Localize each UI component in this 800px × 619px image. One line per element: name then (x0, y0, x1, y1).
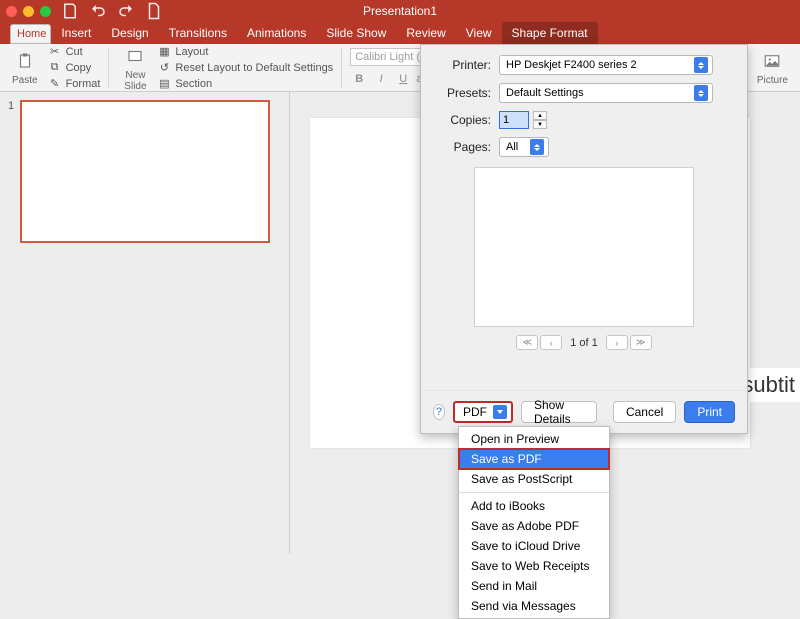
menu-send-messages[interactable]: Send via Messages (459, 596, 609, 616)
dropdown-icon (694, 57, 708, 73)
reset-label: Reset Layout to Default Settings (175, 62, 333, 74)
slide-number: 1 (8, 100, 14, 243)
section-label: Section (175, 78, 212, 90)
copies-label: Copies: (435, 113, 491, 127)
picture-label: Picture (757, 75, 788, 86)
cancel-button[interactable]: Cancel (613, 401, 676, 423)
cut-label: Cut (66, 46, 83, 58)
format-label: Format (66, 78, 101, 90)
printer-select[interactable]: HP Deskjet F2400 series 2 (499, 55, 713, 75)
help-button[interactable]: ? (433, 404, 445, 420)
print-dialog: Printer: HP Deskjet F2400 series 2 Prese… (420, 44, 748, 434)
menu-send-mail[interactable]: Send in Mail (459, 576, 609, 596)
undo-icon[interactable] (89, 2, 107, 20)
reset-icon: ↺ (157, 61, 171, 75)
reset-layout-button[interactable]: ↺ Reset Layout to Default Settings (157, 61, 333, 75)
slide-preview (20, 100, 270, 243)
section-icon: ▤ (157, 77, 171, 91)
pages-value: All (506, 141, 518, 153)
tab-home[interactable]: Home (10, 24, 51, 44)
layout-button[interactable]: ▦ Layout (157, 45, 333, 59)
pager-status: 1 of 1 (570, 337, 598, 349)
pager-prev-button[interactable]: ‹ (540, 335, 562, 350)
pager-next-button[interactable]: › (606, 335, 628, 350)
separator (108, 48, 109, 88)
tab-slideshow[interactable]: Slide Show (316, 22, 396, 44)
menu-separator (459, 492, 609, 493)
presets-select[interactable]: Default Settings (499, 83, 713, 103)
copy-button[interactable]: ⧉ Copy (48, 61, 101, 75)
presets-value: Default Settings (506, 87, 584, 99)
separator (341, 48, 342, 88)
pager-last-button[interactable]: ≫ (630, 335, 652, 350)
section-button[interactable]: ▤ Section (157, 77, 333, 91)
close-window-icon[interactable] (6, 6, 17, 17)
slide-thumbnails-panel: 1 (0, 92, 290, 554)
pdf-label: PDF (463, 405, 487, 419)
layout-icon: ▦ (157, 45, 171, 59)
slide-group: ▦ Layout ↺ Reset Layout to Default Setting… (157, 45, 333, 91)
bold-button[interactable]: B (350, 71, 368, 87)
tab-view[interactable]: View (456, 22, 502, 44)
menu-save-as-pdf[interactable]: Save as PDF (459, 449, 609, 469)
new-slide-button[interactable]: New Slide (117, 42, 153, 94)
chevron-down-icon (493, 405, 507, 419)
pages-label: Pages: (435, 140, 491, 154)
copy-label: Copy (66, 62, 92, 74)
menu-save-icloud[interactable]: Save to iCloud Drive (459, 536, 609, 556)
minimize-window-icon[interactable] (23, 6, 34, 17)
menu-open-preview[interactable]: Open in Preview (459, 429, 609, 449)
menu-save-adobe-pdf[interactable]: Save as Adobe PDF (459, 516, 609, 536)
clipboard-group: ✂ Cut ⧉ Copy ✎ Format (48, 45, 101, 91)
picture-button[interactable]: Picture (751, 47, 794, 88)
underline-button[interactable]: U (394, 71, 412, 87)
print-button[interactable]: Print (684, 401, 735, 423)
paste-button[interactable]: Paste (6, 47, 44, 88)
menu-save-web-receipts[interactable]: Save to Web Receipts (459, 556, 609, 576)
dropdown-icon (530, 139, 544, 155)
cut-button[interactable]: ✂ Cut (48, 45, 101, 59)
menu-add-to-ibooks[interactable]: Add to iBooks (459, 496, 609, 516)
new-file-icon[interactable] (145, 2, 163, 20)
presets-label: Presets: (435, 86, 491, 100)
tab-animations[interactable]: Animations (237, 22, 316, 44)
copies-stepper[interactable]: ▲▼ (533, 111, 547, 129)
show-details-button[interactable]: Show Details (521, 401, 597, 423)
pager-first-button[interactable]: ≪ (516, 335, 538, 350)
italic-button[interactable]: I (372, 71, 390, 87)
tab-review[interactable]: Review (396, 22, 455, 44)
pdf-menu: Open in Preview Save as PDF Save as Post… (458, 426, 610, 619)
print-preview (474, 167, 694, 327)
tab-shape-format[interactable]: Shape Format (502, 22, 598, 44)
menu-save-as-postscript[interactable]: Save as PostScript (459, 469, 609, 489)
layout-label: Layout (175, 46, 208, 58)
paste-label: Paste (12, 75, 38, 86)
redo-icon[interactable] (117, 2, 135, 20)
tab-transitions[interactable]: Transitions (159, 22, 237, 44)
scissors-icon: ✂ (48, 45, 62, 59)
picture-icon (763, 52, 781, 70)
printer-label: Printer: (435, 58, 491, 72)
title-bar: Presentation1 (0, 0, 800, 22)
clipboard-icon (16, 52, 34, 70)
printer-value: HP Deskjet F2400 series 2 (506, 59, 637, 71)
slide-thumbnail-1[interactable]: 1 (8, 100, 281, 243)
copies-input[interactable] (499, 111, 529, 129)
window-controls (6, 6, 51, 17)
new-slide-label: New Slide (124, 70, 146, 92)
tab-insert[interactable]: Insert (51, 22, 101, 44)
zoom-window-icon[interactable] (40, 6, 51, 17)
stepper-up-icon[interactable]: ▲ (533, 111, 547, 120)
preview-pager: ≪‹ 1 of 1 ›≫ (435, 335, 733, 350)
brush-icon: ✎ (48, 77, 62, 91)
format-painter-button[interactable]: ✎ Format (48, 77, 101, 91)
stepper-down-icon[interactable]: ▼ (533, 120, 547, 129)
copy-icon: ⧉ (48, 61, 62, 75)
pdf-dropdown-button[interactable]: PDF (453, 401, 513, 423)
quick-access-toolbar (61, 2, 163, 20)
save-icon[interactable] (61, 2, 79, 20)
new-slide-icon (126, 47, 144, 65)
dropdown-icon (694, 85, 708, 101)
pages-select[interactable]: All (499, 137, 549, 157)
